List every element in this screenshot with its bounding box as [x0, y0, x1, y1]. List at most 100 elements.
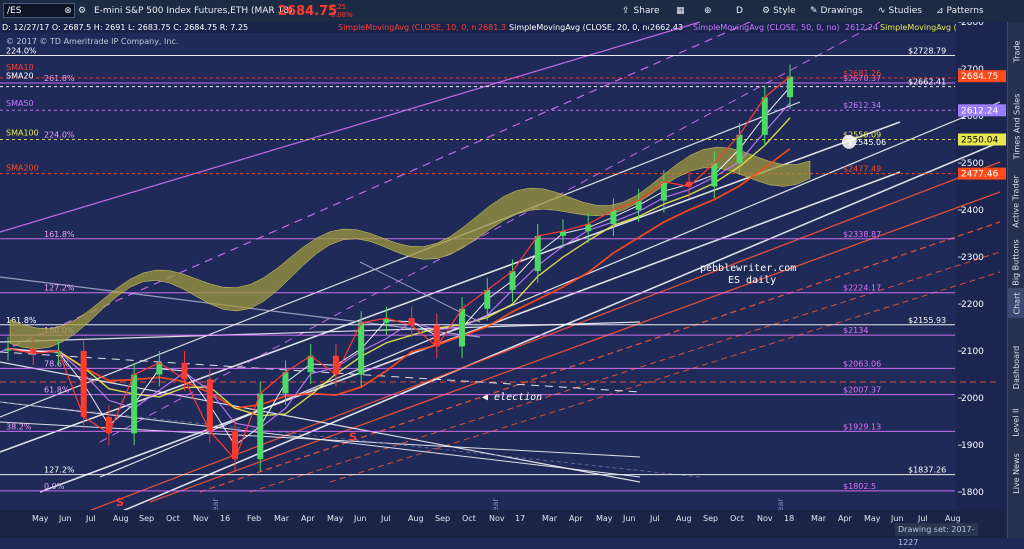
plot-background	[0, 22, 1007, 510]
y-axis-panel	[956, 22, 1007, 510]
style-button[interactable]: ⚙ Style	[762, 0, 796, 22]
sma-label-sma50: SMA50	[6, 99, 34, 108]
share-button[interactable]: ⇪ Share	[622, 0, 660, 22]
x-axis-tick-label: 17	[515, 514, 526, 523]
level-left-label-6: 224.0%	[44, 130, 75, 139]
year-watermark-1: 2015 year	[211, 498, 220, 510]
price-candle	[282, 372, 289, 394]
price-marker-label-2: 2612.24	[961, 106, 998, 116]
x-axis-tick-label: Jul	[650, 514, 660, 523]
sma20-study-value: 2662.43	[650, 23, 683, 32]
price-candle	[635, 200, 642, 211]
price-candle	[358, 322, 365, 375]
level-right-label-4: $2681.26	[843, 69, 881, 78]
right-sidebar: Trade Times And Sales Active Trader Big But…	[1007, 22, 1024, 538]
x-axis-tick-label: Jun	[59, 514, 72, 523]
sma-label-sma20: SMA20	[6, 72, 34, 81]
x-axis-tick-label: Jun	[891, 514, 904, 523]
sidebar-tab-label: Live News	[1012, 452, 1021, 494]
period-button[interactable]: D	[736, 0, 743, 22]
sma-label-sma200: SMA200	[6, 164, 39, 173]
price-candle	[761, 97, 768, 135]
sidebar-tab-dashboard[interactable]: Dashboard	[1008, 342, 1024, 392]
sidebar-tab-label: Big Buttons	[1012, 238, 1022, 286]
price-candle	[206, 379, 213, 431]
sidebar-tab-big-buttons[interactable]: Big Buttons	[1008, 238, 1024, 286]
price-candle	[787, 76, 793, 98]
studies-button[interactable]: ∿ Studies	[878, 0, 922, 22]
x-axis-tick-label: May	[32, 514, 49, 523]
y-axis-tick-label: 2100	[961, 347, 984, 357]
sma20-study-label: SimpleMovingAvg (CLOSE, 20, 0, no)	[509, 23, 656, 32]
x-axis-tick-label: Aug	[408, 514, 424, 523]
price-candle	[80, 351, 87, 417]
x-axis-tick-label: Nov	[193, 514, 209, 523]
x-axis-tick-label: 16	[220, 514, 231, 523]
price-candle	[332, 355, 339, 375]
price-candle	[257, 393, 264, 460]
price-candle	[181, 362, 188, 380]
x-axis-tick-label: Oct	[462, 514, 476, 523]
level-right-label-8: $2338.87	[843, 230, 881, 239]
x-axis-tick-label: Mar	[542, 514, 558, 523]
price-candle	[105, 416, 112, 434]
sma-label-sma100: SMA100	[6, 128, 39, 137]
sidebar-tab-label: Chart	[1012, 292, 1022, 314]
patterns-button[interactable]: ⊿ Patterns	[936, 0, 984, 22]
sidebar-tab-live-news[interactable]: Live News	[1008, 452, 1024, 494]
drawings-icon: ✎	[810, 6, 818, 16]
price-candle	[610, 210, 617, 225]
sidebar-tab-times-and-sales[interactable]: Times And Sales	[1008, 86, 1024, 166]
level-right-label-12: $2063.06	[843, 359, 881, 368]
x-axis-tick-label: Apr	[301, 514, 315, 523]
x-axis-tick-label: Mar	[811, 514, 827, 523]
y-axis-tick-label: 1900	[961, 441, 984, 451]
price-candle	[509, 271, 516, 290]
drawings-label: Drawings	[820, 6, 863, 16]
x-axis-tick-label: May	[864, 514, 881, 523]
x-axis-tick-label: Sep	[703, 514, 719, 523]
x-axis-bar: May Jun Jul Aug Sep Oct Nov 16 Feb Mar Apr May Jun Ju…	[0, 510, 1007, 538]
y-axis-tick-label: 2500	[961, 159, 984, 169]
symbol-clear-icon[interactable]: ⊗	[63, 0, 73, 22]
x-axis-tick-label: Mar	[274, 514, 290, 523]
level-right-label-1: $2728.79	[908, 46, 946, 55]
crosshair-icon: ⊕	[704, 6, 712, 16]
chart-subtitle-annotation: ES daily	[728, 275, 776, 286]
x-axis-tick-label: Nov	[489, 514, 505, 523]
crosshair-button[interactable]: ⊕	[704, 0, 712, 22]
company-name: E-mini S&P 500 Index Futures,ETH (MAR 18…	[94, 6, 293, 16]
sma10-study-value: 2681.3	[478, 23, 506, 32]
studies-icon: ∿	[878, 6, 886, 16]
x-axis-tick-label: Feb	[247, 514, 262, 523]
x-axis-tick-label: Jul	[918, 514, 928, 523]
x-axis-tick-label: Sep	[435, 514, 451, 523]
price-candle	[307, 355, 314, 373]
drawing-set-label[interactable]: Drawing set: 2017-1227	[895, 523, 978, 547]
sidebar-tab-active-trader[interactable]: Active Trader	[1008, 168, 1024, 234]
grid-button[interactable]: ▦	[676, 0, 685, 22]
settings-gear-icon[interactable]: ⚙	[78, 0, 88, 22]
pattern-label-left-shoulder: S	[116, 496, 124, 509]
y-axis-tick-label: 2400	[961, 206, 984, 216]
sidebar-tab-label: Times And Sales	[1012, 93, 1021, 159]
drawings-button[interactable]: ✎ Drawings	[810, 0, 863, 22]
sidebar-tab-level-ii[interactable]: Level II	[1008, 402, 1024, 442]
year-watermark-2: 2016 year	[491, 498, 500, 510]
level-right-label-9: $2224.17	[843, 284, 881, 293]
x-axis-tick-label: May	[327, 514, 344, 523]
share-label: Share	[633, 6, 660, 16]
level-right-label-10: $2155.93	[908, 316, 946, 325]
sidebar-tab-chart[interactable]: Chart	[1008, 288, 1024, 318]
price-chart[interactable]: D: 12/27/17 O: 2687.5 H: 2691 L: 2683.75…	[0, 22, 1007, 510]
x-axis-tick-label: Jul	[86, 514, 96, 523]
sidebar-tab-trade[interactable]: Trade	[1008, 34, 1024, 68]
level-left-label-16: 0.0%	[44, 482, 65, 491]
x-axis-tick-label: Oct	[166, 514, 180, 523]
sma10-study-label: SimpleMovingAvg (CLOSE, 10, 0, no)	[338, 23, 485, 32]
price-candle	[660, 181, 667, 201]
x-axis-tick-label: Apr	[569, 514, 583, 523]
price-marker-label-3: 2550.04	[961, 136, 998, 146]
x-axis-tick-label: Apr	[838, 514, 852, 523]
level-right-label-7: $2477.49	[843, 165, 881, 174]
